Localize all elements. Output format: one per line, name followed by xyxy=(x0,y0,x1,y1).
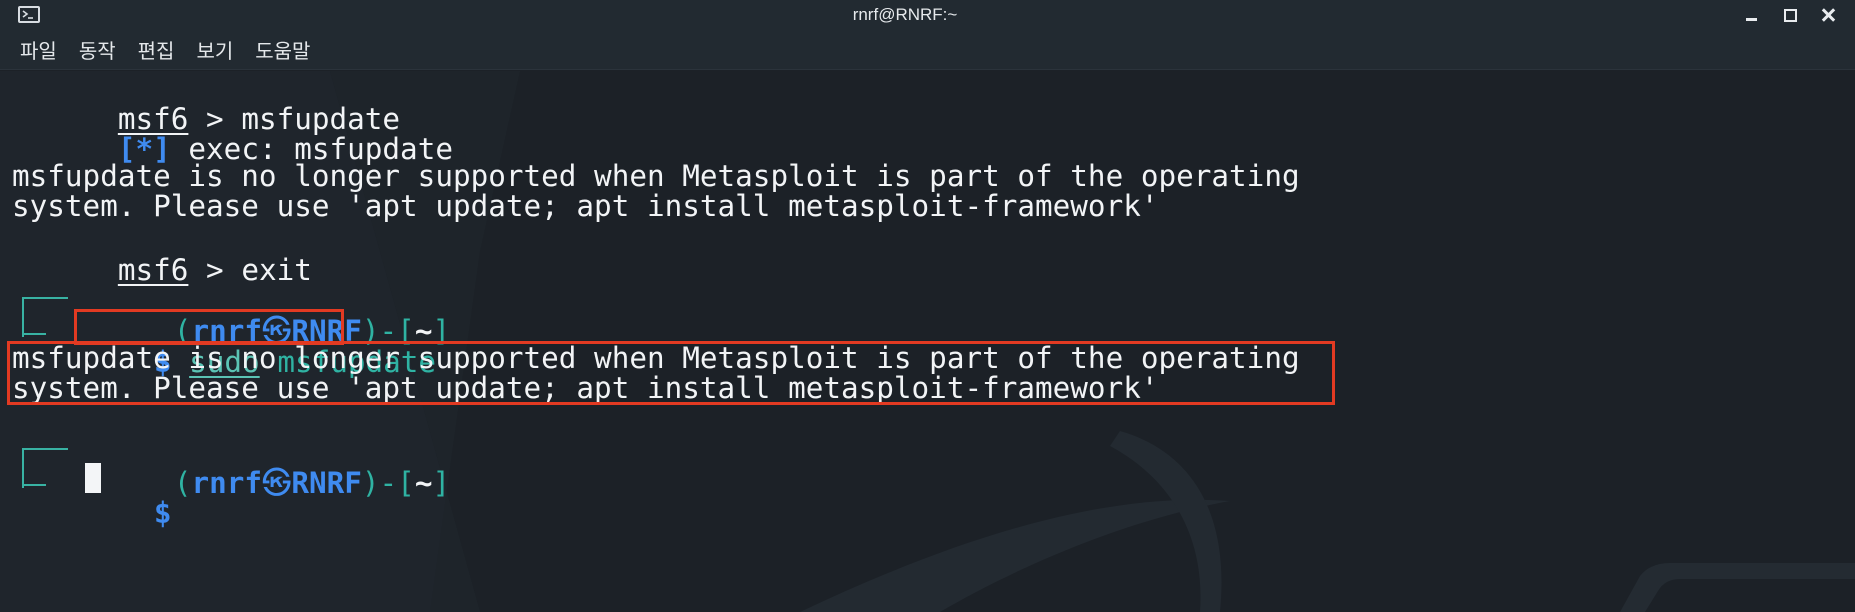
title-bar[interactable]: rnrf@RNRF:~ xyxy=(0,0,1855,30)
output-line: system. Please use 'apt update; apt inst… xyxy=(12,371,1159,405)
menu-bar: 파일 동작 편집 보기 도움말 xyxy=(0,30,1855,70)
menu-actions[interactable]: 동작 xyxy=(79,35,116,64)
terminal-output[interactable]: msf6 > msfupdate [*] exec: msfupdate msf… xyxy=(0,71,1855,612)
shell-command-line: $ sudo msfupdate xyxy=(48,311,436,379)
menu-edit[interactable]: 편집 xyxy=(138,35,175,64)
terminal-line: [*] exec: msfupdate xyxy=(12,98,453,166)
prompt-tree-line xyxy=(22,448,46,486)
prompt-dollar: $ xyxy=(153,496,172,530)
prompt-directory: ~ xyxy=(414,466,433,500)
close-icon[interactable] xyxy=(1819,6,1837,24)
prompt-tree-line xyxy=(22,297,46,335)
output-line: system. Please use 'apt update; apt inst… xyxy=(12,189,1159,223)
menu-help[interactable]: 도움말 xyxy=(255,35,310,64)
prompt-bracket: ( xyxy=(173,466,192,500)
terminal-window: rnrf@RNRF:~ 파일 동작 편집 보기 도움말 msf6 > msfup… xyxy=(0,0,1855,612)
minimize-icon[interactable] xyxy=(1743,6,1761,24)
prompt-bracket: ] xyxy=(432,466,451,500)
shell-prompt: (rnrf㉿RNRF)-[~] xyxy=(68,432,450,500)
window-controls xyxy=(1743,4,1837,26)
terminal-line: msf6 > exit xyxy=(12,219,312,287)
prompt-at-symbol: ㉿ xyxy=(262,466,292,500)
prompt-user: rnrf xyxy=(191,466,263,500)
menu-view[interactable]: 보기 xyxy=(196,35,233,64)
prompt-bracket: )-[ xyxy=(361,466,415,500)
text-cursor[interactable] xyxy=(85,463,101,493)
output-line: msfupdate is no longer supported when Me… xyxy=(12,159,1300,193)
window-title: rnrf@RNRF:~ xyxy=(852,5,958,24)
menu-file[interactable]: 파일 xyxy=(20,35,57,64)
shell-command-line: $ xyxy=(48,462,172,530)
output-line: msfupdate is no longer supported when Me… xyxy=(12,341,1300,375)
maximize-icon[interactable] xyxy=(1781,6,1799,24)
shell-prompt: (rnrf㉿RNRF)-[~] xyxy=(68,280,450,348)
prompt-host: RNRF xyxy=(291,466,362,500)
